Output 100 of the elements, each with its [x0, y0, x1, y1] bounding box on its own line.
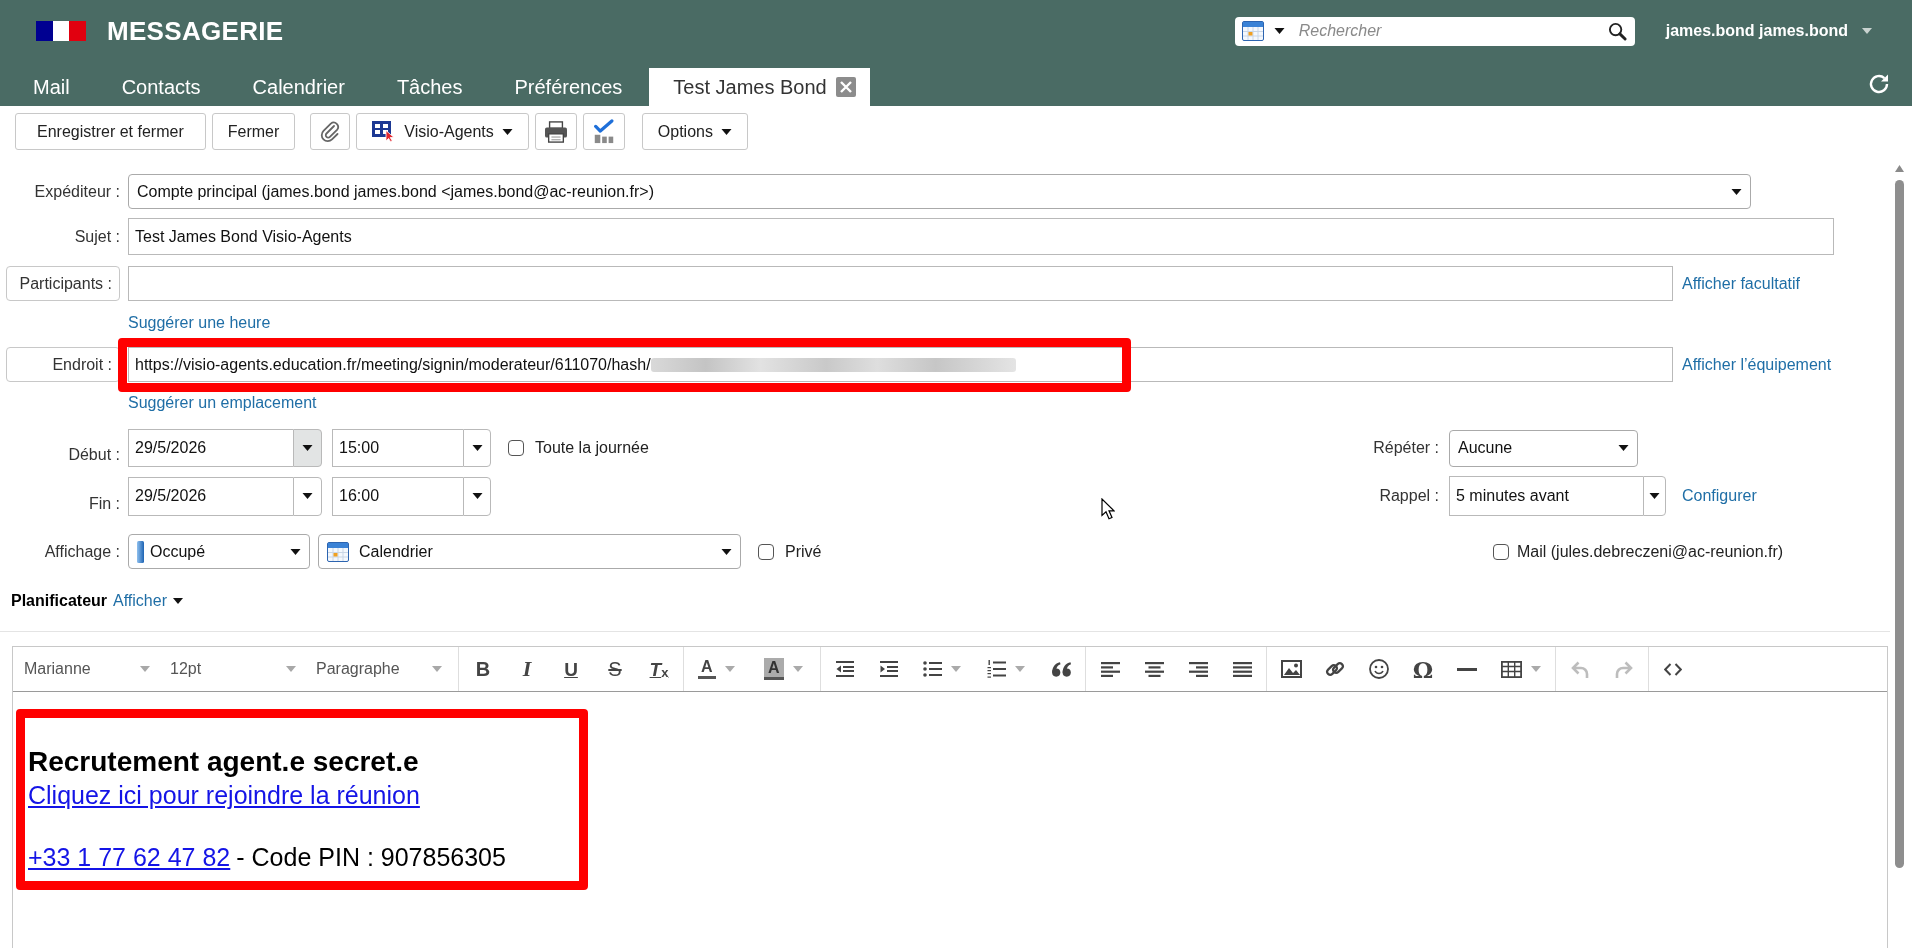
configure-link[interactable]: Configurer [1682, 486, 1757, 506]
mail-checkbox[interactable] [1493, 543, 1509, 560]
italic-button[interactable]: I [505, 652, 549, 686]
caret-icon [951, 666, 961, 672]
search-bar[interactable]: Rechercher [1234, 16, 1635, 46]
outdent-icon [835, 660, 855, 678]
spellcheck-button[interactable] [582, 113, 625, 150]
close-button[interactable]: Fermer [211, 113, 296, 150]
text-color-button[interactable]: A [686, 652, 752, 686]
printer-icon [543, 120, 568, 143]
calendar-icon [327, 541, 349, 562]
end-date-field[interactable]: 29/5/2026 [128, 476, 293, 516]
caret-icon [1618, 445, 1629, 451]
end-time-field[interactable]: 16:00 [332, 476, 463, 516]
image-icon [1280, 660, 1302, 678]
calendar-select[interactable]: Calendrier [318, 534, 741, 569]
date-dropdown-button[interactable] [293, 476, 322, 516]
indent-icon [879, 660, 899, 678]
caret-icon [1862, 28, 1872, 34]
participants-field[interactable] [128, 266, 1673, 301]
location-field[interactable]: https://visio-agents.education.fr/meeting/signin/moderateur/611070/hash/ [128, 347, 1673, 382]
caret-icon [1731, 188, 1742, 195]
scroll-up-icon[interactable] [1895, 165, 1904, 172]
attach-button[interactable] [310, 113, 351, 150]
location-button[interactable]: Endroit : [6, 347, 120, 382]
field-label: Affichage : [43, 541, 120, 562]
suggest-time-link[interactable]: Suggérer une heure [128, 313, 271, 333]
clear-formatting-button[interactable]: T$_{x}$ [637, 652, 681, 686]
field-label: Fin : [87, 494, 120, 514]
caret-icon [140, 666, 150, 672]
underline-button[interactable]: U [549, 652, 593, 686]
private-checkbox[interactable] [758, 543, 774, 560]
show-optional-link[interactable]: Afficher facultatif [1682, 273, 1800, 294]
save-and-close-button[interactable]: Enregistrer et fermer [15, 113, 206, 150]
strikethrough-button[interactable]: S [593, 652, 637, 686]
link-icon [1325, 659, 1345, 679]
field-label: Début : [67, 445, 120, 465]
app-title: MESSAGERIE [107, 14, 284, 48]
font-select[interactable]: Marianne [18, 652, 164, 686]
align-center-icon [1144, 661, 1164, 677]
tab[interactable]: Mail [8, 68, 95, 106]
scrollbar-thumb[interactable] [1895, 180, 1904, 868]
search-input[interactable]: Rechercher [1298, 21, 1608, 41]
time-dropdown-button[interactable] [463, 429, 491, 467]
show-equipment-link[interactable]: Afficher l’équipement [1682, 354, 1832, 375]
block-format-select[interactable]: Paragraphe [310, 652, 456, 686]
calendar-icon [1241, 21, 1264, 41]
start-time-field[interactable]: 15:00 [332, 429, 463, 467]
font-size-select[interactable]: 12pt [164, 652, 310, 686]
tab[interactable]: Tâches [371, 68, 488, 106]
repeat-select[interactable]: Aucune [1449, 429, 1638, 467]
caret-icon [302, 493, 313, 499]
caret-icon [501, 128, 513, 135]
participants-button[interactable]: Participants : [6, 266, 120, 301]
content-heading: Recrutement agent.e secret.e [28, 745, 419, 779]
tab[interactable]: Calendrier [227, 68, 370, 106]
suggest-location-link[interactable]: Suggérer un emplacement [128, 393, 317, 413]
caret-icon [1273, 28, 1285, 34]
all-day-checkbox[interactable] [508, 440, 524, 456]
time-dropdown-button[interactable] [463, 476, 491, 516]
print-button[interactable] [534, 113, 577, 150]
join-meeting-link[interactable]: Cliquez ici pour rejoindre la réunion [28, 780, 420, 811]
caret-icon [1649, 493, 1660, 499]
start-date-field[interactable]: 29/5/2026 [128, 429, 293, 467]
bold-button[interactable]: B [461, 652, 505, 686]
tricolor-flag-icon [36, 21, 86, 41]
tab[interactable]: Préférences [489, 68, 648, 106]
sender-select[interactable]: Compte principal (james.bond james.bond <james.bond@ac-reunion.fr>) [128, 174, 1751, 209]
caret-icon [471, 493, 483, 499]
caret-icon [1015, 666, 1025, 672]
options-button[interactable]: Options [641, 113, 748, 150]
date-dropdown-button[interactable] [293, 429, 322, 467]
tab[interactable]: Contacts [96, 68, 226, 106]
undo-icon [1571, 660, 1589, 678]
grid-screen-icon [372, 119, 397, 144]
caret-icon [724, 666, 735, 672]
caret-icon [432, 666, 442, 672]
availability-select[interactable]: Occupé [128, 534, 310, 569]
visio-agents-button[interactable]: Visio-Agents [356, 113, 529, 150]
bullet-list-icon [923, 661, 942, 677]
reminder-dropdown-button[interactable] [1643, 476, 1666, 516]
search-icon[interactable] [1607, 21, 1627, 41]
refresh-icon[interactable] [1867, 72, 1891, 96]
field-label: Expéditeur : [33, 181, 120, 202]
reminder-field[interactable]: 5 minutes avant [1449, 476, 1643, 516]
caret-icon [286, 666, 296, 672]
tab[interactable]: Test James Bond [649, 68, 870, 106]
spellcheck-icon [591, 118, 616, 145]
phone-link[interactable]: +33 1 77 62 47 82 [28, 842, 231, 873]
field-label: Rappel : [1378, 486, 1439, 506]
close-icon[interactable] [835, 77, 856, 97]
show-scheduler-link[interactable]: Afficher [113, 591, 183, 611]
caret-icon [792, 666, 803, 672]
user-menu[interactable]: james.bond james.bond [1665, 21, 1872, 41]
background-color-button[interactable]: A [752, 652, 818, 686]
scheduler-label: Planificateur [11, 591, 108, 611]
special-character-button[interactable]: Ω [1401, 652, 1445, 686]
paperclip-icon [319, 119, 342, 144]
availability-bar-icon [137, 540, 144, 563]
subject-field[interactable]: Test James Bond Visio-Agents [128, 218, 1834, 255]
